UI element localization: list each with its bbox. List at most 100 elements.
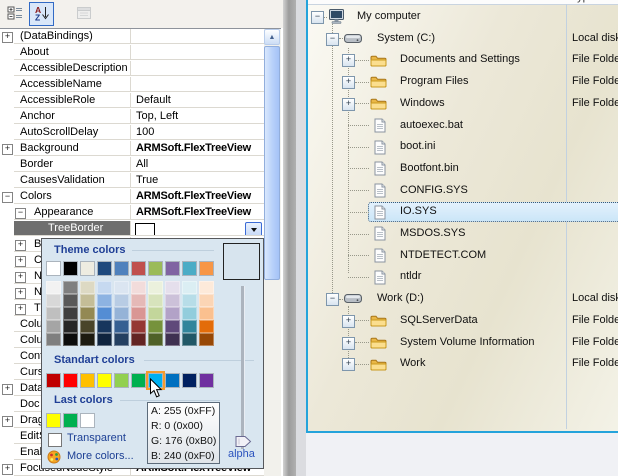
- tint-color-swatch[interactable]: [80, 333, 95, 346]
- tint-color-swatch[interactable]: [165, 281, 180, 294]
- tree-node-label[interactable]: SQLServerData: [400, 310, 478, 332]
- tint-color-swatch[interactable]: [63, 294, 78, 307]
- tree-node-label[interactable]: System Volume Information: [400, 332, 535, 354]
- last-color-swatch[interactable]: [63, 413, 78, 428]
- expand-icon[interactable]: +: [2, 384, 13, 395]
- collapse-icon[interactable]: −: [311, 11, 324, 24]
- tint-color-swatch[interactable]: [148, 281, 163, 294]
- property-row-accessibledescription[interactable]: AccessibleDescription: [0, 61, 264, 77]
- tint-color-swatch[interactable]: [97, 320, 112, 333]
- tree-row-work-d[interactable]: − Work (D:) Local disk: [308, 288, 618, 310]
- more-colors-link[interactable]: More colors...: [67, 450, 134, 462]
- tint-color-swatch[interactable]: [199, 294, 214, 307]
- tint-color-swatch[interactable]: [97, 294, 112, 307]
- tree-row-io-sys[interactable]: IO.SYS: [308, 201, 618, 223]
- theme-color-swatch[interactable]: [199, 261, 214, 276]
- collapse-icon[interactable]: −: [326, 32, 339, 46]
- tint-color-swatch[interactable]: [114, 320, 129, 333]
- tint-color-swatch[interactable]: [199, 320, 214, 333]
- tree-node-label[interactable]: autoexec.bat: [400, 115, 463, 137]
- categorized-button[interactable]: [2, 2, 27, 26]
- property-grid-scrollbar[interactable]: ▲: [264, 29, 281, 476]
- tree-node-label[interactable]: System (C:): [377, 28, 435, 50]
- expand-icon[interactable]: +: [342, 76, 355, 90]
- tint-color-swatch[interactable]: [199, 307, 214, 320]
- tint-color-swatch[interactable]: [80, 307, 95, 320]
- tint-color-swatch[interactable]: [182, 294, 197, 307]
- last-color-swatch[interactable]: [80, 413, 95, 428]
- tint-color-swatch[interactable]: [182, 320, 197, 333]
- tint-color-swatch[interactable]: [182, 333, 197, 346]
- tint-color-swatch[interactable]: [46, 333, 61, 346]
- theme-color-swatch[interactable]: [63, 261, 78, 276]
- tint-color-swatch[interactable]: [80, 320, 95, 333]
- tint-color-swatch[interactable]: [199, 333, 214, 346]
- expand-icon[interactable]: +: [342, 314, 355, 328]
- dropdown-button[interactable]: [245, 222, 262, 235]
- tree-node-label[interactable]: ntldr: [400, 266, 421, 288]
- expand-icon[interactable]: +: [342, 54, 355, 68]
- tree-node-label[interactable]: CONFIG.SYS: [400, 180, 468, 202]
- tint-color-swatch[interactable]: [165, 307, 180, 320]
- property-row-background[interactable]: + Background ARMSoft.FlexTreeView: [0, 141, 264, 157]
- tree-node-label[interactable]: MSDOS.SYS: [400, 223, 465, 245]
- tree-node-label[interactable]: boot.ini: [400, 136, 435, 158]
- tree-node-label[interactable]: Windows: [400, 93, 445, 115]
- tree-row-system-volume-information[interactable]: + System Volume Information File Folder: [308, 332, 618, 354]
- tint-color-swatch[interactable]: [97, 333, 112, 346]
- expand-icon[interactable]: +: [342, 97, 355, 111]
- tree-column-header[interactable]: Type: [308, 0, 618, 5]
- transparent-checkbox[interactable]: [48, 433, 62, 447]
- tint-color-swatch[interactable]: [114, 281, 129, 294]
- tint-color-swatch[interactable]: [97, 281, 112, 294]
- standard-color-swatch[interactable]: [131, 373, 146, 388]
- tint-color-swatch[interactable]: [114, 307, 129, 320]
- tint-color-swatch[interactable]: [131, 333, 146, 346]
- standard-color-swatch[interactable]: [80, 373, 95, 388]
- theme-color-swatch[interactable]: [131, 261, 146, 276]
- tree-node-label[interactable]: IO.SYS: [400, 201, 437, 223]
- property-row-causesvalidation[interactable]: CausesValidation True: [0, 173, 264, 189]
- alphabetical-sort-button[interactable]: A Z: [29, 2, 54, 26]
- theme-color-swatch[interactable]: [97, 261, 112, 276]
- tint-color-swatch[interactable]: [165, 320, 180, 333]
- property-pages-button[interactable]: [71, 2, 96, 26]
- property-value[interactable]: [130, 221, 264, 236]
- tint-color-swatch[interactable]: [148, 294, 163, 307]
- tint-color-swatch[interactable]: [46, 281, 61, 294]
- scrollbar-thumb[interactable]: [264, 46, 280, 280]
- collapse-icon[interactable]: −: [326, 293, 339, 307]
- tint-color-swatch[interactable]: [182, 307, 197, 320]
- tint-color-swatch[interactable]: [63, 333, 78, 346]
- tree-row-work[interactable]: + Work File Folder: [308, 353, 618, 375]
- tint-color-swatch[interactable]: [114, 333, 129, 346]
- tree-node-label[interactable]: My computer: [357, 6, 421, 28]
- tint-color-swatch[interactable]: [148, 320, 163, 333]
- tint-color-swatch[interactable]: [63, 307, 78, 320]
- standard-color-swatch[interactable]: [46, 373, 61, 388]
- expand-icon[interactable]: +: [2, 32, 13, 43]
- tree-row-ntldr[interactable]: ntldr: [308, 266, 618, 288]
- standard-color-swatch[interactable]: [114, 373, 129, 388]
- tint-color-swatch[interactable]: [182, 281, 197, 294]
- panel-splitter[interactable]: [283, 0, 296, 476]
- tint-color-swatch[interactable]: [148, 333, 163, 346]
- tint-color-swatch[interactable]: [63, 320, 78, 333]
- expand-icon[interactable]: +: [2, 144, 13, 155]
- tree-node-label[interactable]: Work: [400, 353, 425, 375]
- property-row-databindings[interactable]: + (DataBindings): [0, 29, 264, 45]
- tint-color-swatch[interactable]: [114, 294, 129, 307]
- tree-row-config-sys[interactable]: CONFIG.SYS: [308, 180, 618, 202]
- property-row-accessiblerole[interactable]: AccessibleRole Default: [0, 93, 264, 109]
- alpha-slider-track[interactable]: [241, 286, 245, 449]
- current-color-swatch[interactable]: [135, 223, 155, 235]
- last-color-swatch[interactable]: [46, 413, 61, 428]
- tree-node-label[interactable]: NTDETECT.COM: [400, 245, 486, 267]
- collapse-icon[interactable]: −: [2, 192, 13, 203]
- expand-icon[interactable]: +: [2, 464, 13, 475]
- tint-color-swatch[interactable]: [131, 294, 146, 307]
- tree-row-boot-ini[interactable]: boot.ini: [308, 136, 618, 158]
- tint-color-swatch[interactable]: [165, 333, 180, 346]
- tint-color-swatch[interactable]: [97, 307, 112, 320]
- tree-node-label[interactable]: Work (D:): [377, 288, 424, 310]
